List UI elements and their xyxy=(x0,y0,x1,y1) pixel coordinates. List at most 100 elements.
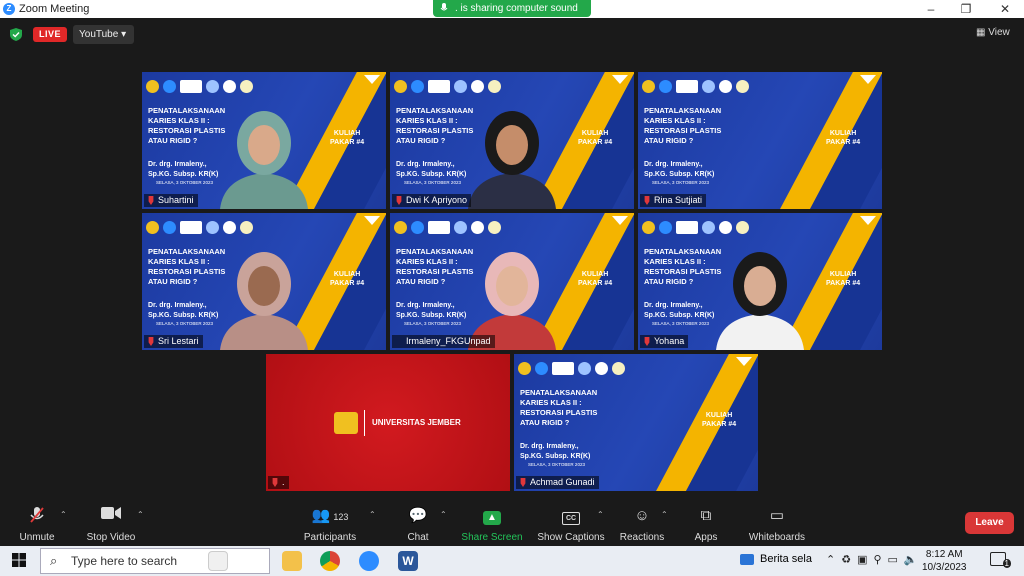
audio-options-caret-icon[interactable]: ⌃ xyxy=(60,510,67,519)
slide-speaker: Dr. drg. Irmaleny., Sp.KG. Subsp. KR(K) xyxy=(644,161,715,178)
slide-speaker: Dr. drg. Irmaleny., Sp.KG. Subsp. KR(K) xyxy=(396,161,467,178)
share-screen-icon: ▲ xyxy=(460,506,524,526)
chrome-icon[interactable] xyxy=(320,551,340,571)
file-explorer-icon[interactable] xyxy=(282,551,302,571)
news-widget[interactable]: Berita sela xyxy=(740,553,812,565)
slide-series: KULIAH PAKAR #4 xyxy=(578,130,613,146)
taskbar-search-input[interactable]: ⌕ Type here to search xyxy=(40,548,270,574)
sponsor-logos xyxy=(146,219,276,235)
participant-video xyxy=(220,252,308,350)
view-button[interactable]: ▦ View xyxy=(976,27,1010,38)
sponsor-logos xyxy=(146,78,276,94)
participant-tile[interactable]: PENATALAKSANAAN KARIES KLAS II : RESTORA… xyxy=(390,72,634,209)
share-screen-button[interactable]: ▲ Share Screen xyxy=(460,504,524,546)
muted-mic-icon xyxy=(272,478,278,487)
whiteboards-label: Whiteboards xyxy=(748,532,806,543)
participants-icon: 👥 123 xyxy=(311,507,349,524)
chat-button[interactable]: 💬 Chat xyxy=(400,504,436,546)
participant-tile[interactable]: PENATALAKSANAAN KARIES KLAS II : RESTORA… xyxy=(390,213,634,350)
stop-video-button[interactable]: Stop Video xyxy=(84,504,138,546)
unmute-label: Unmute xyxy=(19,532,55,543)
participants-caret-icon[interactable]: ⌃ xyxy=(369,510,376,519)
reactions-caret-icon[interactable]: ⌃ xyxy=(661,510,668,519)
participant-tile[interactable]: PENATALAKSANAAN KARIES KLAS II : RESTORA… xyxy=(142,72,386,209)
sponsor-logos xyxy=(394,78,524,94)
participant-name: Dwi K Apriyono xyxy=(392,194,472,207)
word-icon[interactable]: W xyxy=(398,551,418,571)
participant-video xyxy=(468,252,556,350)
security-shield-icon[interactable] xyxy=(10,28,22,41)
participant-name: . xyxy=(268,476,289,489)
zoom-app-icon[interactable] xyxy=(359,551,379,571)
participants-label: Participants xyxy=(303,532,357,543)
participant-name: Rina Sutjiati xyxy=(640,194,707,207)
microphone-icon xyxy=(440,3,448,11)
muted-mic-icon xyxy=(520,478,526,487)
search-icon: ⌕ xyxy=(50,553,58,568)
system-tray-icons[interactable]: ⌃♻▣⚲▭🔈 xyxy=(826,553,924,566)
participant-tile[interactable]: PENATALAKSANAAN KARIES KLAS II : RESTORA… xyxy=(514,354,758,491)
sharing-sound-banner[interactable]: . is sharing computer sound xyxy=(433,0,591,17)
view-label: View xyxy=(988,27,1010,38)
reactions-label: Reactions xyxy=(619,532,665,543)
reactions-button[interactable]: ☺ Reactions xyxy=(618,504,666,546)
zoom-logo-icon: Z xyxy=(3,3,15,15)
whiteboards-button[interactable]: ▭ Whiteboards xyxy=(745,504,809,546)
participant-tile[interactable]: PENATALAKSANAAN KARIES KLAS II : RESTORA… xyxy=(142,213,386,350)
unmute-button[interactable]: Unmute xyxy=(14,504,60,546)
windows-start-icon[interactable] xyxy=(12,553,26,567)
taskbar-clock[interactable]: 8:12 AM 10/3/2023 xyxy=(922,548,967,574)
slide-date: SELASA, 3 OKTOBER 2023 xyxy=(404,321,461,326)
news-label: Berita sela xyxy=(760,553,812,565)
chat-caret-icon[interactable]: ⌃ xyxy=(440,510,447,519)
participant-video xyxy=(220,111,308,209)
corner-triangle-icon xyxy=(860,216,876,225)
apps-button[interactable]: ⧉ Apps xyxy=(690,504,722,546)
participant-name: Irmaleny_FKGUnpad xyxy=(392,335,495,348)
corner-triangle-icon xyxy=(364,75,380,84)
sponsor-logos xyxy=(394,219,524,235)
university-name: UNIVERSITAS JEMBER xyxy=(372,418,461,427)
muted-mic-icon xyxy=(644,196,650,205)
live-badge[interactable]: LIVE xyxy=(33,27,67,42)
captions-label: Show Captions xyxy=(537,532,605,543)
video-options-caret-icon[interactable]: ⌃ xyxy=(137,510,144,519)
university-logo-icon xyxy=(334,412,358,434)
corner-triangle-icon xyxy=(860,75,876,84)
slide-heading: PENATALAKSANAAN KARIES KLAS II : RESTORA… xyxy=(644,106,722,145)
video-camera-icon xyxy=(84,506,138,526)
participant-name: Suhartini xyxy=(144,194,198,207)
slide-series: KULIAH PAKAR #4 xyxy=(826,130,861,146)
leave-button[interactable]: Leave xyxy=(965,512,1014,534)
headset-widget-icon[interactable] xyxy=(208,551,228,571)
captions-caret-icon[interactable]: ⌃ xyxy=(597,510,604,519)
stream-target-dropdown[interactable]: YouTube ▾ xyxy=(73,25,134,44)
slide-speaker: Dr. drg. Irmaleny., Sp.KG. Subsp. KR(K) xyxy=(148,302,219,319)
corner-triangle-icon xyxy=(364,216,380,225)
sharing-sound-text: . is sharing computer sound xyxy=(455,3,578,14)
chat-bubble-icon: 💬 xyxy=(408,507,428,524)
notification-icon[interactable]: 1 xyxy=(990,552,1011,568)
participant-tile[interactable]: PENATALAKSANAAN KARIES KLAS II : RESTORA… xyxy=(638,213,882,350)
university-tile[interactable]: UNIVERSITAS JEMBER . xyxy=(266,354,510,491)
slide-date: SELASA, 3 OKTOBER 2023 xyxy=(652,321,709,326)
slide-series: KULIAH PAKAR #4 xyxy=(330,271,365,287)
reaction-emoji-icon: ☺ xyxy=(634,507,650,524)
muted-mic-icon xyxy=(396,196,402,205)
news-icon xyxy=(740,553,754,565)
whiteboard-icon: ▭ xyxy=(769,507,785,524)
participant-name: Achmad Gunadi xyxy=(516,476,599,489)
participants-button[interactable]: 👥 123 Participants xyxy=(302,504,358,546)
clock-date: 10/3/2023 xyxy=(922,562,967,573)
apps-icon: ⧉ xyxy=(700,507,712,524)
chat-label: Chat xyxy=(407,532,429,543)
close-button[interactable]: ✕ xyxy=(990,1,1020,17)
minimize-button[interactable]: – xyxy=(916,1,946,17)
participant-tile[interactable]: PENATALAKSANAAN KARIES KLAS II : RESTORA… xyxy=(638,72,882,209)
muted-mic-icon xyxy=(148,337,154,346)
slide-speaker: Dr. drg. Irmaleny., Sp.KG. Subsp. KR(K) xyxy=(520,443,591,460)
share-screen-label: Share Screen xyxy=(461,532,523,543)
maximize-button[interactable]: ❐ xyxy=(951,1,981,17)
corner-triangle-icon xyxy=(736,357,752,366)
slide-series: KULIAH PAKAR #4 xyxy=(330,130,365,146)
